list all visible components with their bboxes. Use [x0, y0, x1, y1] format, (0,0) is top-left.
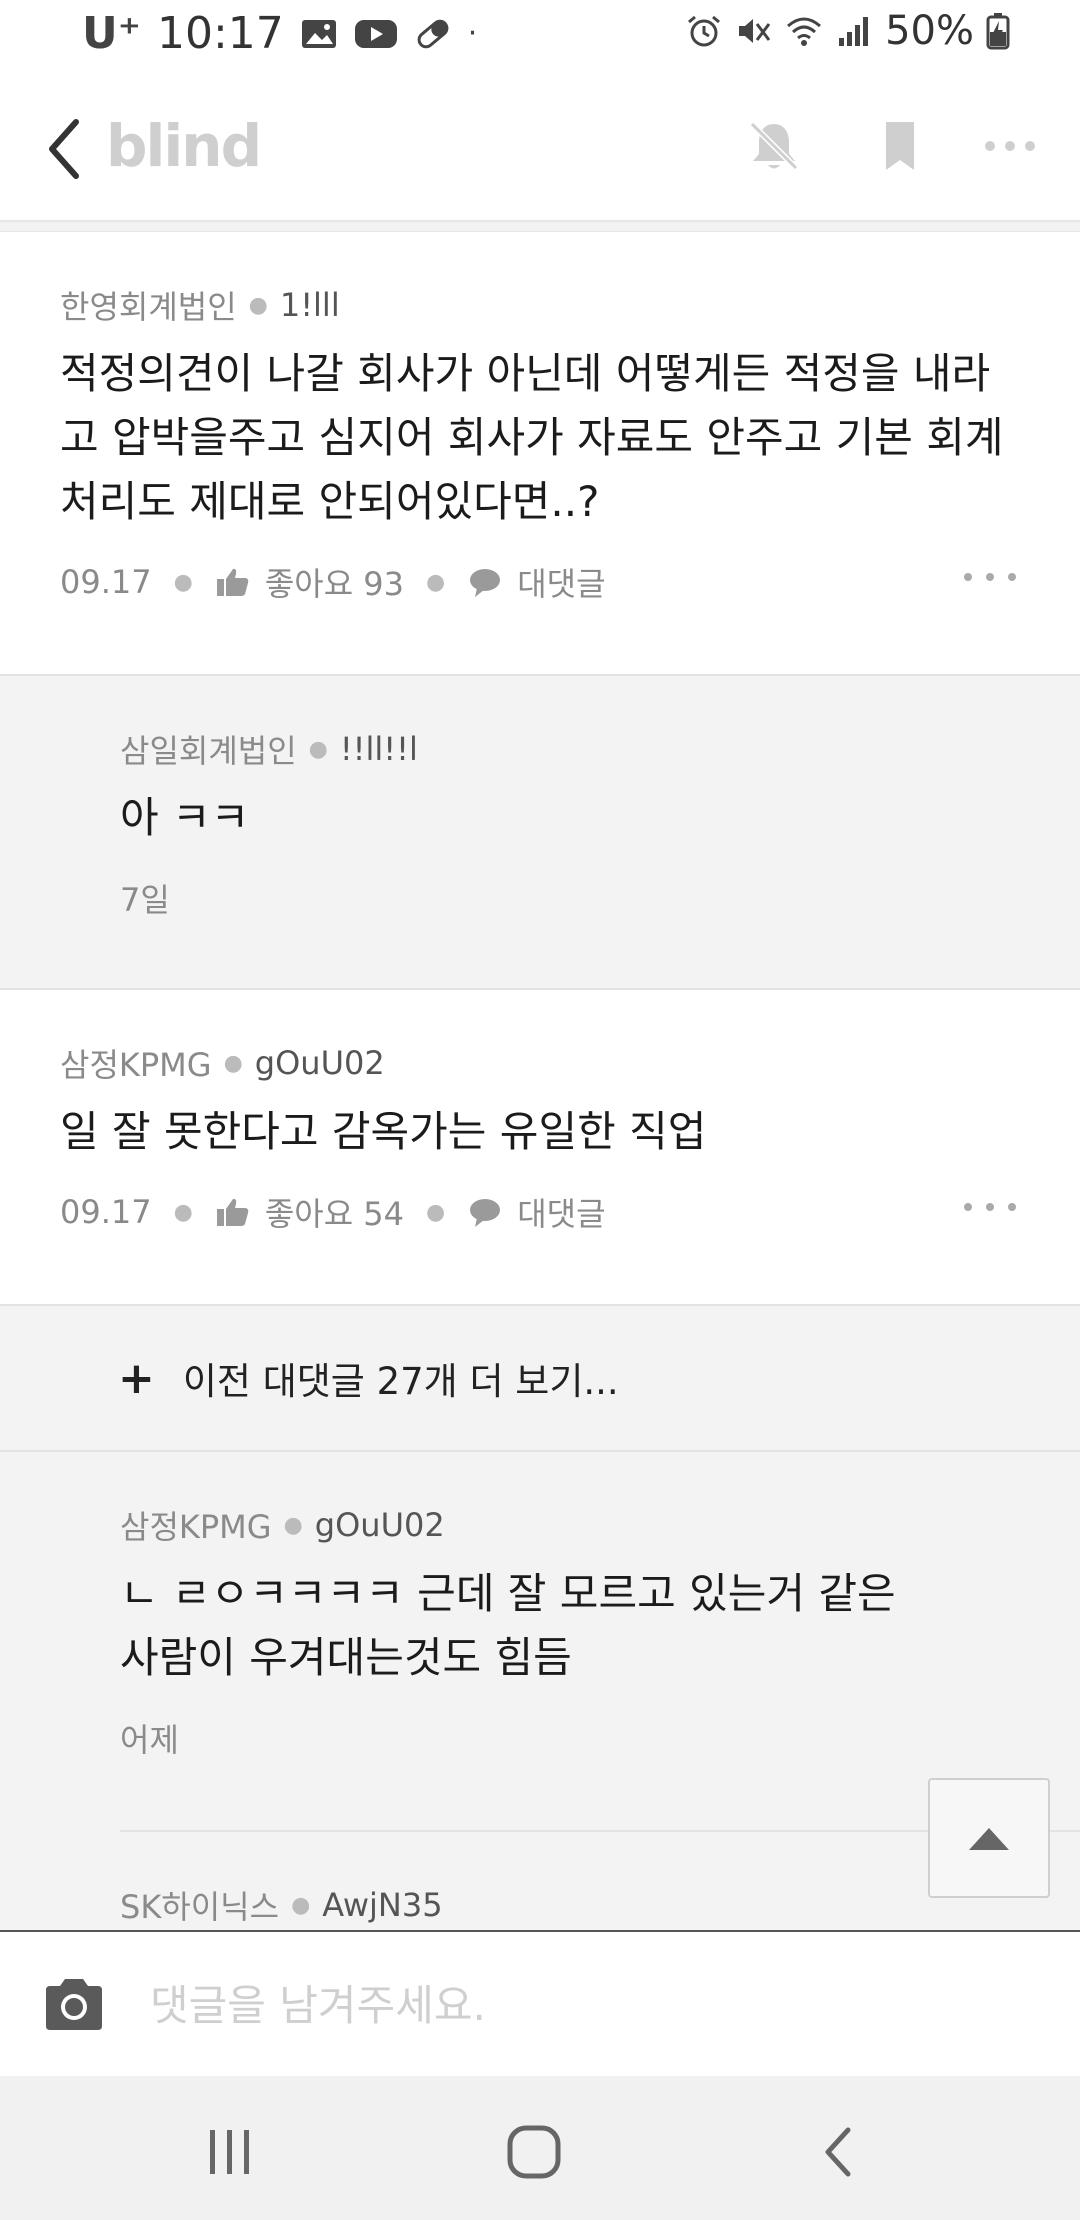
comment-date: 09.17	[60, 563, 152, 601]
company-name[interactable]: 삼일회계법인	[120, 726, 297, 772]
comment-more-icon[interactable]	[960, 562, 1020, 592]
like-button[interactable]: 좋아요 54	[215, 1189, 404, 1235]
caret-up-icon	[969, 1828, 1009, 1850]
company-name[interactable]: 한영회계법인	[60, 282, 237, 328]
comment-meta: 한영회계법인 ● 1!lll	[60, 282, 1020, 328]
alarm-icon	[688, 15, 721, 47]
pill-notification-icon	[417, 19, 449, 48]
comment-body: ㄴ ㄹㅇㅋㅋㅋㅋ 근데 잘 모르고 있는거 같은 사람이 우겨대는것도 힘듬	[120, 1569, 896, 1682]
more-notifications-dot: ·	[467, 16, 478, 51]
carrier-label: U⁺	[82, 8, 141, 59]
comment-date: 7일	[120, 881, 170, 919]
load-previous-replies-button[interactable]: + 이전 대댓글 27개 더 보기...	[0, 1306, 1080, 1452]
reply-label: 대댓글	[517, 565, 606, 603]
like-count: 좋아요 93	[264, 565, 405, 603]
reply-item: SK하이닉스 ● AwjN35	[0, 1832, 1080, 1932]
plus-icon: +	[118, 1352, 155, 1404]
load-previous-replies-label: 이전 대댓글 27개 더 보기...	[182, 1360, 619, 1403]
camera-icon[interactable]	[42, 1976, 106, 2032]
system-nav-bar	[0, 2076, 1080, 2220]
back-arrow-icon[interactable]	[40, 116, 90, 182]
thumbs-up-icon	[216, 1198, 249, 1226]
comment-body: 아 ㅋㅋ	[120, 793, 250, 842]
nickname[interactable]: gOuU02	[315, 1506, 445, 1544]
speech-bubble-icon	[470, 1199, 501, 1227]
comment-meta: 삼일회계법인 ● !!ll!!l	[120, 726, 1020, 772]
reply-label: 대댓글	[517, 1195, 606, 1233]
comment-meta: SK하이닉스 ● AwjN35	[120, 1882, 1020, 1928]
nav-back-icon[interactable]	[808, 2122, 868, 2182]
comment-date: 어제	[120, 1721, 179, 1759]
comment-item: 한영회계법인 ● 1!lll 적정의견이 나갈 회사가 아닌데 어떻게든 적정을…	[0, 232, 1080, 676]
battery-percent: 50%	[885, 8, 974, 54]
header-divider	[0, 222, 1080, 232]
comment-footer: 09.17 ● 좋아요 54 ● 대댓글	[60, 1182, 1020, 1242]
comment-more-icon[interactable]	[960, 1192, 1020, 1222]
comment-footer: 09.17 ● 좋아요 93 ● 대댓글	[60, 552, 1020, 612]
like-count: 좋아요 54	[264, 1195, 405, 1233]
wifi-icon	[787, 17, 822, 46]
company-name[interactable]: 삼정KPMG	[60, 1040, 212, 1086]
blind-logo: blind	[106, 112, 262, 180]
scroll-to-top-button[interactable]	[928, 1778, 1050, 1898]
nickname[interactable]: gOuU02	[255, 1044, 385, 1082]
nickname[interactable]: 1!lll	[280, 286, 340, 324]
bell-off-icon[interactable]	[744, 116, 804, 176]
comment-date: 09.17	[60, 1193, 152, 1231]
comment-input-bar	[0, 1930, 1080, 2076]
company-name[interactable]: 삼정KPMG	[120, 1502, 272, 1548]
comment-list[interactable]: 한영회계법인 ● 1!lll 적정의견이 나갈 회사가 아닌데 어떻게든 적정을…	[0, 232, 1080, 1932]
comment-body: 적정의견이 나갈 회사가 아닌데 어떻게든 적정을 내라고 압박을주고 심지어 …	[60, 349, 1004, 526]
comment-footer: 7일	[120, 868, 1020, 928]
comment-meta: 삼정KPMG ● gOuU02	[60, 1040, 1020, 1086]
clock: 10:17	[156, 8, 284, 59]
thumbs-up-icon	[216, 568, 249, 596]
comment-item: 삼정KPMG ● gOuU02 일 잘 못한다고 감옥가는 유일한 직업 09.…	[0, 990, 1080, 1306]
reply-item: 삼일회계법인 ● !!ll!!l 아 ㅋㅋ 7일	[0, 676, 1080, 990]
comment-body: 일 잘 못한다고 감옥가는 유일한 직업	[60, 1107, 707, 1156]
like-button[interactable]: 좋아요 93	[215, 559, 404, 605]
comment-footer: 어제	[120, 1708, 1020, 1768]
nickname[interactable]: AwjN35	[322, 1886, 442, 1924]
battery-charging-icon	[986, 13, 1010, 50]
reply-button[interactable]: 대댓글	[467, 559, 606, 605]
home-icon[interactable]	[504, 2122, 564, 2182]
nickname[interactable]: !!ll!!l	[340, 730, 418, 768]
signal-icon	[839, 17, 869, 46]
bookmark-icon[interactable]	[870, 116, 930, 176]
speech-bubble-icon	[470, 569, 501, 597]
mute-icon	[739, 19, 771, 43]
company-name[interactable]: SK하이닉스	[120, 1882, 279, 1928]
comment-meta: 삼정KPMG ● gOuU02	[120, 1502, 1020, 1548]
reply-button[interactable]: 대댓글	[467, 1189, 606, 1235]
more-menu-icon[interactable]	[980, 116, 1040, 176]
status-bar: U⁺ 10:17 · 50%	[0, 0, 1080, 72]
app-header: blind	[0, 72, 1080, 222]
recent-apps-icon[interactable]	[200, 2122, 260, 2182]
gallery-notification-icon	[301, 19, 336, 48]
youtube-notification-icon	[354, 19, 397, 48]
comment-input[interactable]	[150, 1960, 1030, 2050]
reply-item: 삼정KPMG ● gOuU02 ㄴ ㄹㅇㅋㅋㅋㅋ 근데 잘 모르고 있는거 같은…	[0, 1452, 1080, 1832]
